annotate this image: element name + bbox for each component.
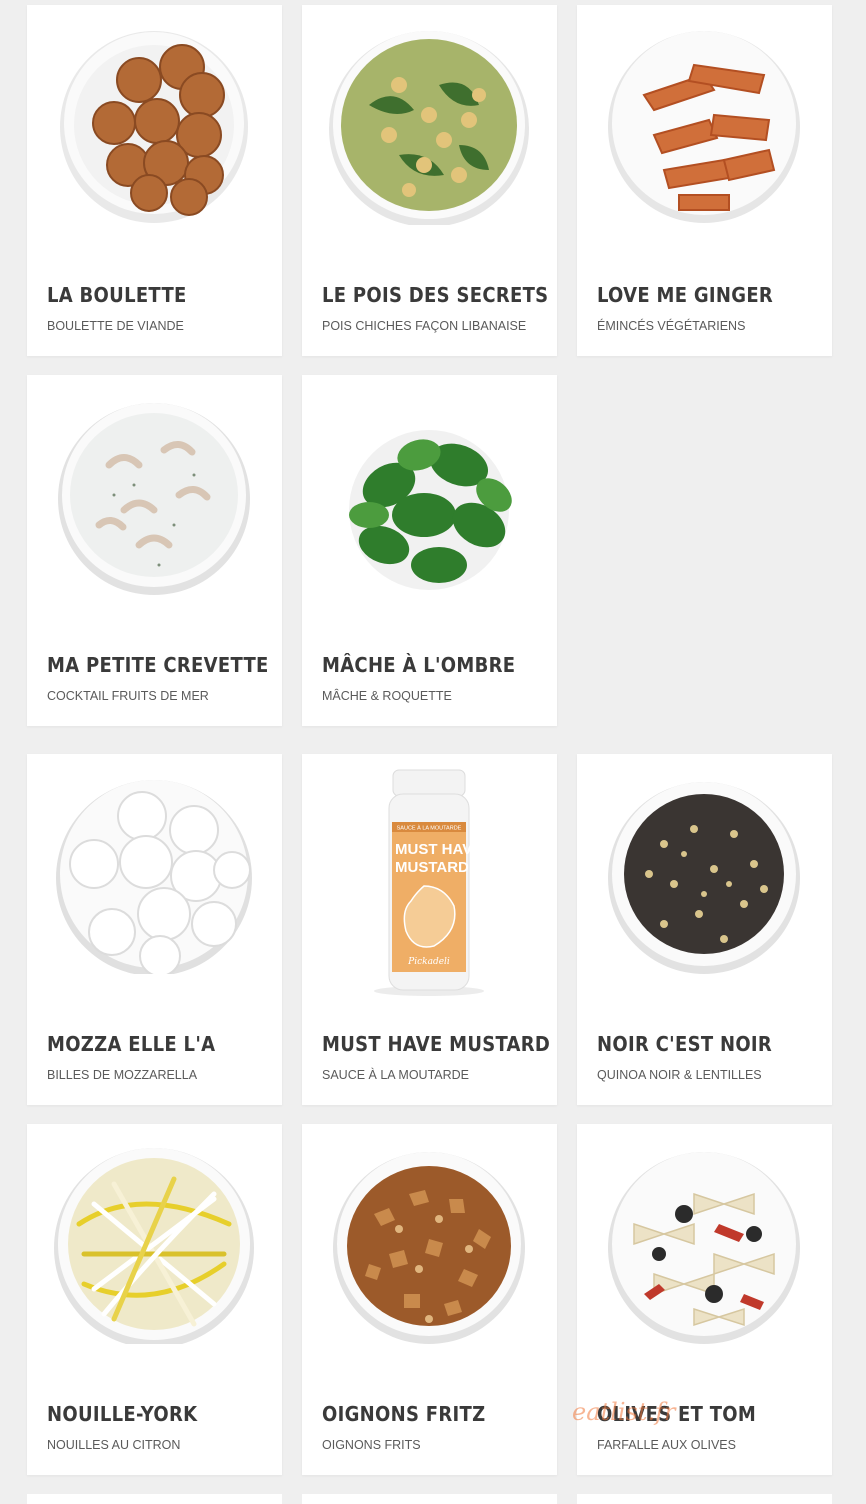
bottle-label-top: SAUCE À LA MOUTARDE (397, 825, 462, 832)
product-card-mache-a-lombre[interactable]: MÂCHE À L'OMBRE MÂCHE & ROQUETTE (302, 375, 557, 726)
product-card-le-pois-des-secrets[interactable]: LE POIS DES SECRETS POIS CHICHES FAÇON L… (302, 5, 557, 356)
product-card-mozza-elle-la[interactable]: MOZZA ELLE L'A BILLES DE MOZZARELLA (27, 754, 282, 1105)
product-title[interactable]: NOIR C'EST NOIR (597, 1032, 772, 1056)
shrimp-cocktail-bowl-image (58, 403, 250, 595)
product-title[interactable]: LOVE ME GINGER (597, 283, 773, 307)
product-title[interactable]: OIGNONS FRITZ (322, 1402, 485, 1426)
product-title[interactable]: LA BOULETTE (47, 283, 187, 307)
product-subtitle: POIS CHICHES FAÇON LIBANAISE (322, 319, 527, 333)
product-subtitle: ÉMINCÉS VÉGÉTARIENS (597, 319, 746, 333)
product-title[interactable]: MÂCHE À L'OMBRE (322, 653, 515, 677)
mustard-sauce-bottle-image: SAUCE À LA MOUTARDE MUST HAVE MUSTARD Pi… (374, 769, 484, 996)
greens-bowl-image (349, 430, 512, 590)
lemon-noodles-bowl-image (54, 1148, 254, 1344)
meatballs-bowl-image (60, 31, 248, 223)
fried-onions-bowl-image (333, 1152, 525, 1344)
product-subtitle: COCKTAIL FRUITS DE MER (47, 689, 209, 703)
mozzarella-balls-bowl-image (56, 780, 252, 974)
product-card-la-boulette[interactable]: LA BOULETTE BOULETTE DE VIANDE (27, 5, 282, 356)
farfalle-olives-bowl-image (608, 1152, 800, 1344)
product-card-love-me-ginger[interactable]: LOVE ME GINGER ÉMINCÉS VÉGÉTARIENS (577, 5, 832, 356)
product-title[interactable]: NOUILLE-YORK (47, 1402, 197, 1426)
product-subtitle: SAUCE À LA MOUTARDE (322, 1068, 470, 1082)
ginger-strips-bowl-image (608, 31, 800, 223)
next-row-card-peek (577, 1494, 832, 1504)
product-subtitle: MÂCHE & ROQUETTE (322, 689, 452, 703)
product-card-nouille-york[interactable]: NOUILLE-YORK NOUILLES AU CITRON (27, 1124, 282, 1475)
product-card-ma-petite-crevette[interactable]: MA PETITE CREVETTE COCKTAIL FRUITS DE ME… (27, 375, 282, 726)
site-watermark: eatlist.fr (572, 1398, 676, 1426)
product-title[interactable]: MA PETITE CREVETTE (47, 653, 269, 677)
product-subtitle: OIGNONS FRITS (322, 1438, 421, 1452)
product-subtitle: BILLES DE MOZZARELLA (47, 1068, 198, 1082)
product-card-oignons-fritz[interactable]: OIGNONS FRITZ OIGNONS FRITS (302, 1124, 557, 1475)
next-row-card-peek (302, 1494, 557, 1504)
quinoa-lentils-bowl-image (608, 782, 800, 974)
bottle-label-line1: MUST HAVE (395, 841, 482, 858)
bottle-brand: Pickadeli (407, 957, 450, 967)
chickpea-salad-bowl-image (329, 31, 529, 225)
product-subtitle: BOULETTE DE VIANDE (47, 319, 184, 333)
product-title[interactable]: MUST HAVE MUSTARD (322, 1032, 550, 1056)
next-row-card-peek (27, 1494, 282, 1504)
product-card-must-have-mustard[interactable]: SAUCE À LA MOUTARDE MUST HAVE MUSTARD Pi… (302, 754, 557, 1105)
bottle-label-line2: MUSTARD (395, 859, 469, 876)
product-title[interactable]: LE POIS DES SECRETS (322, 283, 548, 307)
product-title[interactable]: MOZZA ELLE L'A (47, 1032, 215, 1056)
product-subtitle: NOUILLES AU CITRON (47, 1438, 181, 1452)
product-subtitle: QUINOA NOIR & LENTILLES (597, 1068, 762, 1082)
product-card-noir-cest-noir[interactable]: NOIR C'EST NOIR QUINOA NOIR & LENTILLES (577, 754, 832, 1105)
product-subtitle: FARFALLE AUX OLIVES (597, 1438, 736, 1452)
